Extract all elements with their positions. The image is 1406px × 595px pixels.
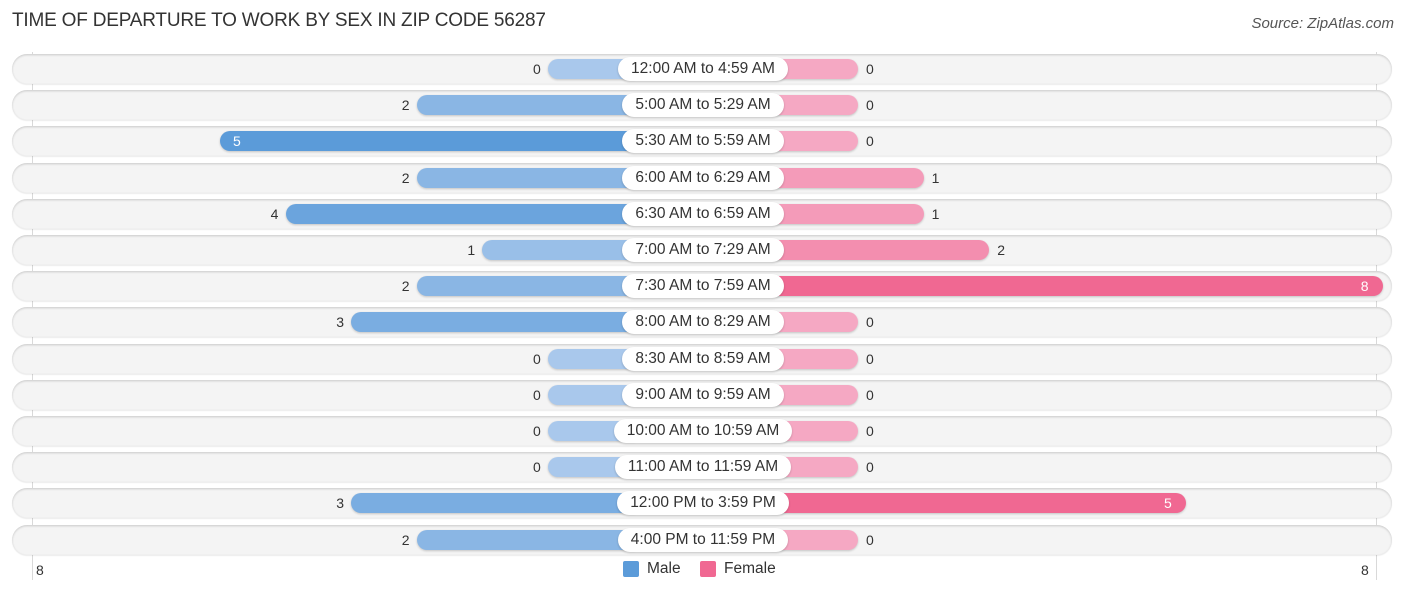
bar-male[interactable] <box>416 95 642 116</box>
value-label-male: 2 <box>401 531 410 548</box>
category-label: 8:30 AM to 8:59 AM <box>622 346 784 371</box>
category-label: 5:30 AM to 5:59 AM <box>622 129 784 154</box>
value-label-male: 0 <box>533 423 541 439</box>
value-label-female: 0 <box>866 61 874 77</box>
bar-male[interactable] <box>220 131 642 152</box>
category-label: 6:30 AM to 6:59 AM <box>622 201 784 226</box>
value-label-male: 0 <box>533 61 541 77</box>
value-label-male: 3 <box>336 495 344 512</box>
value-label-female: 1 <box>931 169 940 186</box>
value-label-female: 0 <box>866 423 874 439</box>
value-label-female: 0 <box>866 133 874 150</box>
bar-female[interactable] <box>764 276 1383 297</box>
value-label-male: 1 <box>467 242 476 258</box>
category-label: 9:00 AM to 9:59 AM <box>622 382 784 407</box>
bar-male[interactable] <box>285 203 642 224</box>
value-label-female: 0 <box>866 386 874 403</box>
value-label-male: 2 <box>401 278 410 295</box>
legend-label-male: Male <box>647 560 681 577</box>
value-label-male: 2 <box>401 97 410 114</box>
category-label: 12:00 AM to 4:59 AM <box>618 57 788 81</box>
value-label-female: 1 <box>931 205 940 222</box>
category-label: 11:00 AM to 11:59 AM <box>614 455 792 480</box>
bar-male[interactable] <box>416 276 642 297</box>
bar-male[interactable] <box>482 240 642 260</box>
value-label-female: 0 <box>866 314 874 331</box>
legend-label-female: Female <box>724 560 776 577</box>
value-label-female: 0 <box>866 350 874 367</box>
category-label: 10:00 AM to 10:59 AM <box>613 419 793 443</box>
bar-female[interactable] <box>764 167 924 188</box>
legend-item-female[interactable]: Female <box>700 560 776 578</box>
legend-item-male[interactable]: Male <box>623 560 681 578</box>
value-label-female: 0 <box>866 531 874 548</box>
value-label-male: 4 <box>270 205 279 222</box>
value-label-female: 8 <box>1360 278 1369 295</box>
category-label: 8:00 AM to 8:29 AM <box>622 310 784 335</box>
value-label-male: 0 <box>533 386 541 403</box>
bar-male[interactable] <box>351 493 642 514</box>
value-label-male: 0 <box>533 459 541 476</box>
bar-male[interactable] <box>416 529 642 550</box>
category-label: 6:00 AM to 6:29 AM <box>622 165 784 190</box>
value-label-female: 0 <box>866 459 874 476</box>
chart-plot-area: 0 0 12:00 AM to 4:59 AM 2 0 5:00 AM to 5:29 A… <box>0 0 1406 595</box>
category-label: 4:00 PM to 11:59 PM <box>617 527 789 552</box>
legend: Male Female <box>0 560 1406 582</box>
value-label-female: 2 <box>997 242 1005 258</box>
legend-swatch-female <box>700 561 716 577</box>
legend-swatch-male <box>623 561 639 577</box>
category-label: 7:00 AM to 7:29 AM <box>622 238 784 262</box>
bar-female[interactable] <box>764 493 1186 514</box>
value-label-male: 5 <box>233 133 241 150</box>
category-label: 5:00 AM to 5:29 AM <box>622 93 784 118</box>
bar-female[interactable] <box>764 240 990 260</box>
bar-male[interactable] <box>351 312 642 333</box>
bar-male[interactable] <box>416 167 642 188</box>
value-label-female: 0 <box>866 97 874 114</box>
value-label-female: 5 <box>1164 495 1172 512</box>
category-label: 7:30 AM to 7:59 AM <box>622 274 784 299</box>
category-label: 12:00 PM to 3:59 PM <box>617 491 789 516</box>
value-label-male: 2 <box>401 169 410 186</box>
value-label-male: 0 <box>533 350 541 367</box>
value-label-male: 3 <box>336 314 344 331</box>
bar-female[interactable] <box>764 203 924 224</box>
